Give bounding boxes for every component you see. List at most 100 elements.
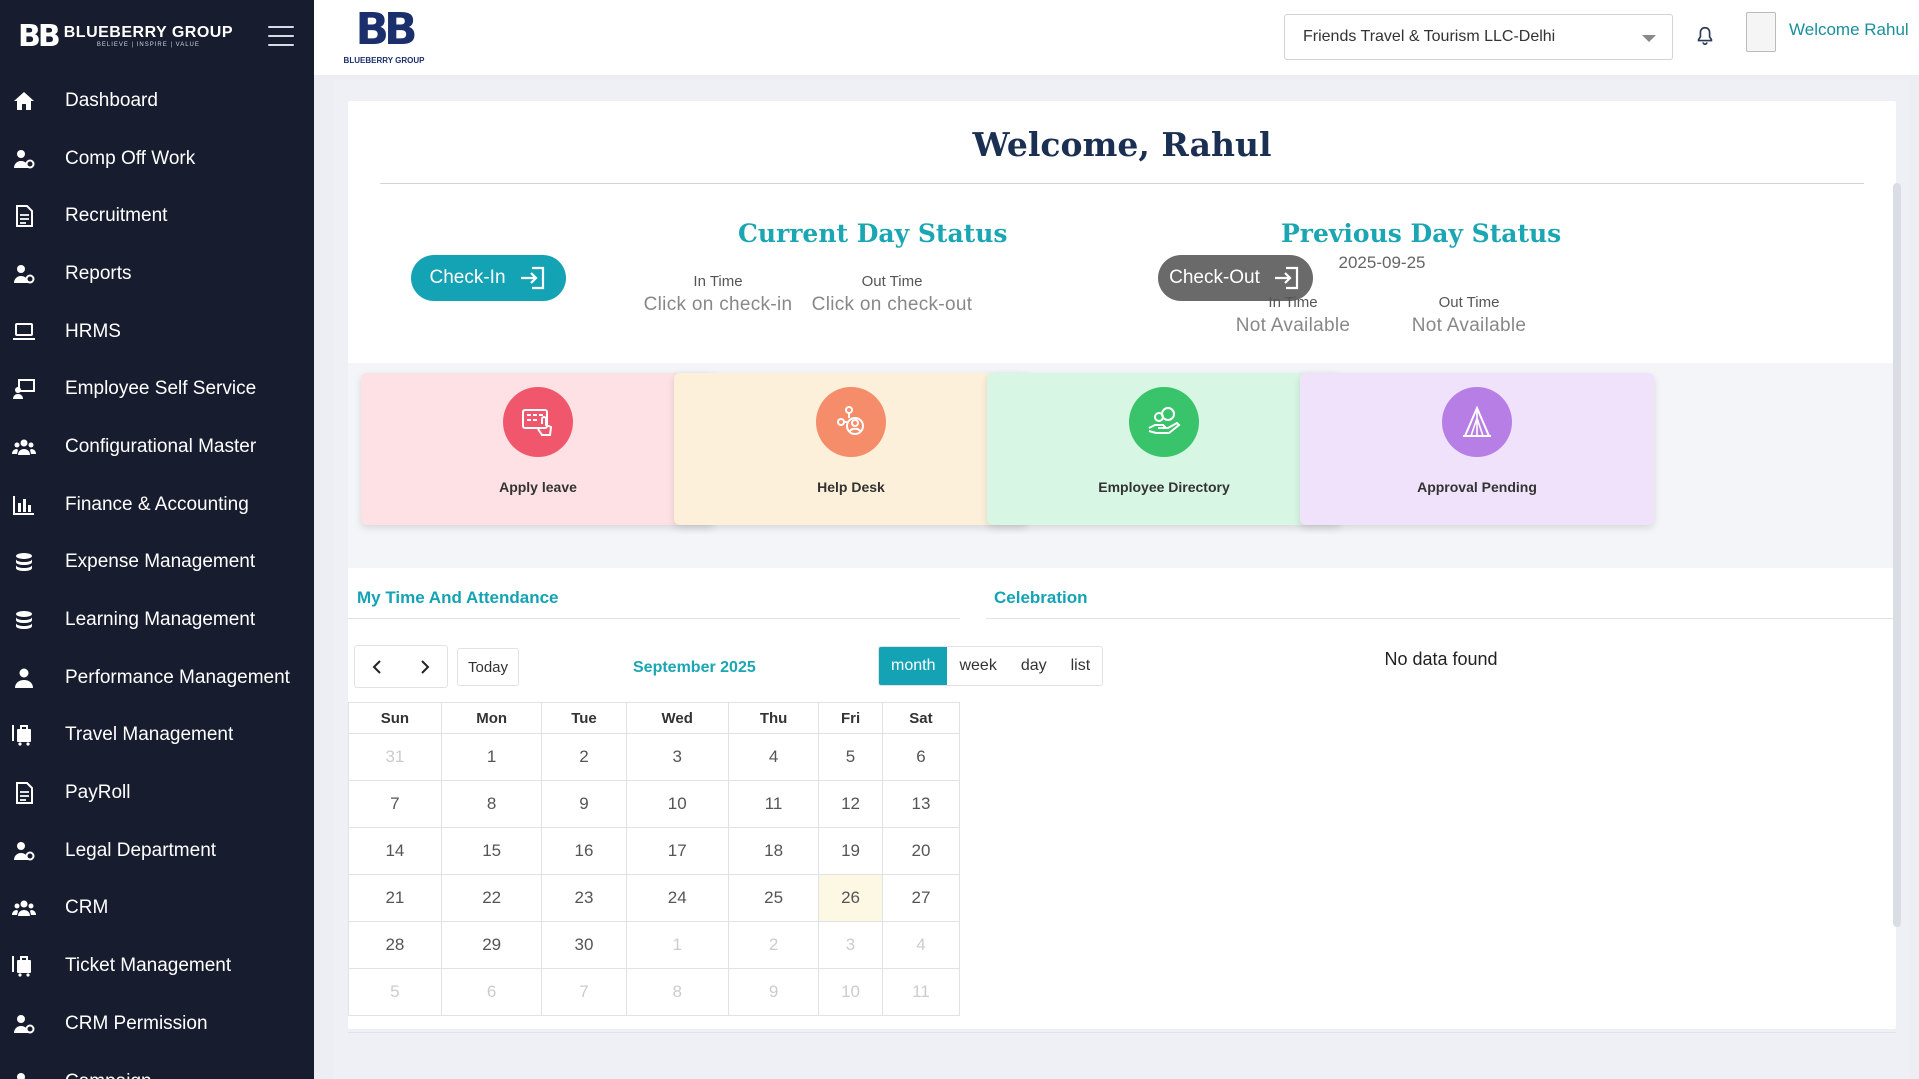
calendar-day[interactable]: 7 [541,968,627,1016]
sidebar-item-dashboard[interactable]: Dashboard [0,72,314,130]
calendar-day[interactable]: 12 [818,780,883,828]
calendar-day[interactable]: 27 [881,874,961,922]
users-cog-icon [0,1070,65,1079]
calendar-day[interactable]: 10 [818,968,883,1016]
calendar-day[interactable]: 9 [541,780,627,828]
sidebar: BB BLUEBERRY GROUP BELIEVE | INSPIRE | V… [0,0,314,1079]
prev-out-time-value: Not Available [1411,315,1527,336]
sidebar-item-recruitment[interactable]: Recruitment [0,187,314,245]
company-select[interactable]: Friends Travel & Tourism LLC-Delhi [1284,14,1673,60]
calendar-day[interactable]: 18 [727,827,820,875]
calendar-day[interactable]: 5 [348,968,442,1016]
weekday-header: Tue [541,702,627,734]
calendar-day[interactable]: 16 [541,827,627,875]
chevron-left-icon[interactable] [355,646,401,687]
main-content: Welcome, Rahul Current Day Status Check-… [333,80,1909,1079]
brand-logo[interactable]: BB BLUEBERRY GROUP BELIEVE | INSPIRE | V… [18,19,233,54]
calendar-day[interactable]: 24 [625,874,729,922]
calendar-day-today[interactable]: 26 [818,874,883,922]
weekday-header: Thu [727,702,820,734]
sidebar-item-hrms[interactable]: HRMS [0,303,314,361]
company-select-value: Friends Travel & Tourism LLC-Delhi [1303,28,1556,45]
users-cog-icon [0,147,65,171]
calendar-day[interactable]: 13 [881,780,961,828]
calendar-day[interactable]: 15 [440,827,543,875]
sidebar-item-configurational-master[interactable]: Configurational Master [0,418,314,476]
calendar-day[interactable]: 20 [881,827,961,875]
previous-day-date: 2025-09-25 [1338,253,1426,272]
sidebar-item-finance-accounting[interactable]: Finance & Accounting [0,476,314,534]
sidebar-item-label: Expense Management [65,551,256,573]
calendar-day[interactable]: 4 [727,733,820,781]
sidebar-item-reports[interactable]: Reports [0,245,314,303]
quick-actions: Apply leave Help Desk Employee Directory… [348,363,1896,568]
chevron-right-icon[interactable] [401,646,447,687]
sidebar-item-crm-permission[interactable]: CRM Permission [0,995,314,1053]
calendar-day[interactable]: 19 [818,827,883,875]
calendar-hand-icon [522,409,553,436]
calendar-day[interactable]: 1 [440,733,543,781]
calendar-day[interactable]: 11 [727,780,820,828]
help-desk-circle [816,387,886,457]
sidebar-item-label: Performance Management [65,666,290,688]
sidebar-item-expense-management[interactable]: Expense Management [0,534,314,592]
calendar-day[interactable]: 9 [727,968,820,1016]
tile-help-desk[interactable]: Help Desk [674,373,1028,525]
calendar-day[interactable]: 25 [727,874,820,922]
calendar-nav [354,645,448,688]
welcome-user-link[interactable]: Welcome Rahul [1789,20,1909,40]
calendar-day[interactable]: 29 [440,921,543,969]
sidebar-item-employee-self-service[interactable]: Employee Self Service [0,360,314,418]
calendar-day[interactable]: 4 [881,921,961,969]
calendar-day[interactable]: 2 [541,733,627,781]
calendar-day[interactable]: 6 [881,733,961,781]
sidebar-item-campaign[interactable]: Campaign [0,1053,314,1079]
menu-toggle-icon[interactable] [268,26,294,46]
calendar-day[interactable]: 8 [625,968,729,1016]
calendar-day[interactable]: 17 [625,827,729,875]
sidebar-item-ticket-management[interactable]: Ticket Management [0,937,314,995]
weekday-header: Fri [818,702,883,734]
calendar-day[interactable]: 3 [625,733,729,781]
calendar-day[interactable]: 28 [348,921,442,969]
employee-directory-circle [1129,387,1199,457]
sidebar-item-comp-off-work[interactable]: Comp Off Work [0,130,314,188]
calendar-day[interactable]: 6 [440,968,543,1016]
tile-employee-directory[interactable]: Employee Directory [987,373,1341,525]
calendar-day[interactable]: 14 [348,827,442,875]
calendar-day[interactable]: 2 [727,921,820,969]
bell-icon[interactable] [1694,24,1716,48]
sidebar-item-legal-department[interactable]: Legal Department [0,822,314,880]
calendar-day[interactable]: 30 [541,921,627,969]
calendar-day[interactable]: 21 [348,874,442,922]
calendar-day[interactable]: 22 [440,874,543,922]
sidebar-item-performance-management[interactable]: Performance Management [0,649,314,707]
brand-tagline: BELIEVE | INSPIRE | VALUE [96,42,200,48]
apply-leave-circle [503,387,573,457]
calendar-day[interactable]: 7 [348,780,442,828]
calendar-day[interactable]: 1 [625,921,729,969]
calendar-day[interactable]: 8 [440,780,543,828]
calendar-day[interactable]: 31 [348,733,442,781]
calendar-day[interactable]: 23 [541,874,627,922]
tile-apply-leave[interactable]: Apply leave [361,373,715,525]
calendar-day[interactable]: 5 [818,733,883,781]
view-month-button[interactable]: month [879,647,948,685]
company-logo[interactable]: BB BLUEBERRY GROUP [338,0,430,72]
avatar[interactable] [1746,12,1776,52]
tile-label: Help Desk [817,479,885,495]
company-logo-mark: BB [355,4,417,55]
calendar-day[interactable]: 3 [818,921,883,969]
sidebar-item-crm[interactable]: CRM [0,880,314,938]
today-button[interactable]: Today [457,648,519,686]
calendar-day[interactable]: 10 [625,780,729,828]
calendar-day[interactable]: 11 [881,968,961,1016]
chart-icon [0,493,65,517]
sidebar-item-travel-management[interactable]: Travel Management [0,707,314,765]
calendar-week-row: 31 1 2 3 4 5 6 [348,733,961,781]
check-in-button[interactable]: Check-In [411,255,566,301]
sidebar-item-learning-management[interactable]: Learning Management [0,591,314,649]
tile-approval-pending[interactable]: Approval Pending [1300,373,1654,525]
scrollbar[interactable] [1893,183,1901,927]
sidebar-item-payroll[interactable]: PayRoll [0,764,314,822]
